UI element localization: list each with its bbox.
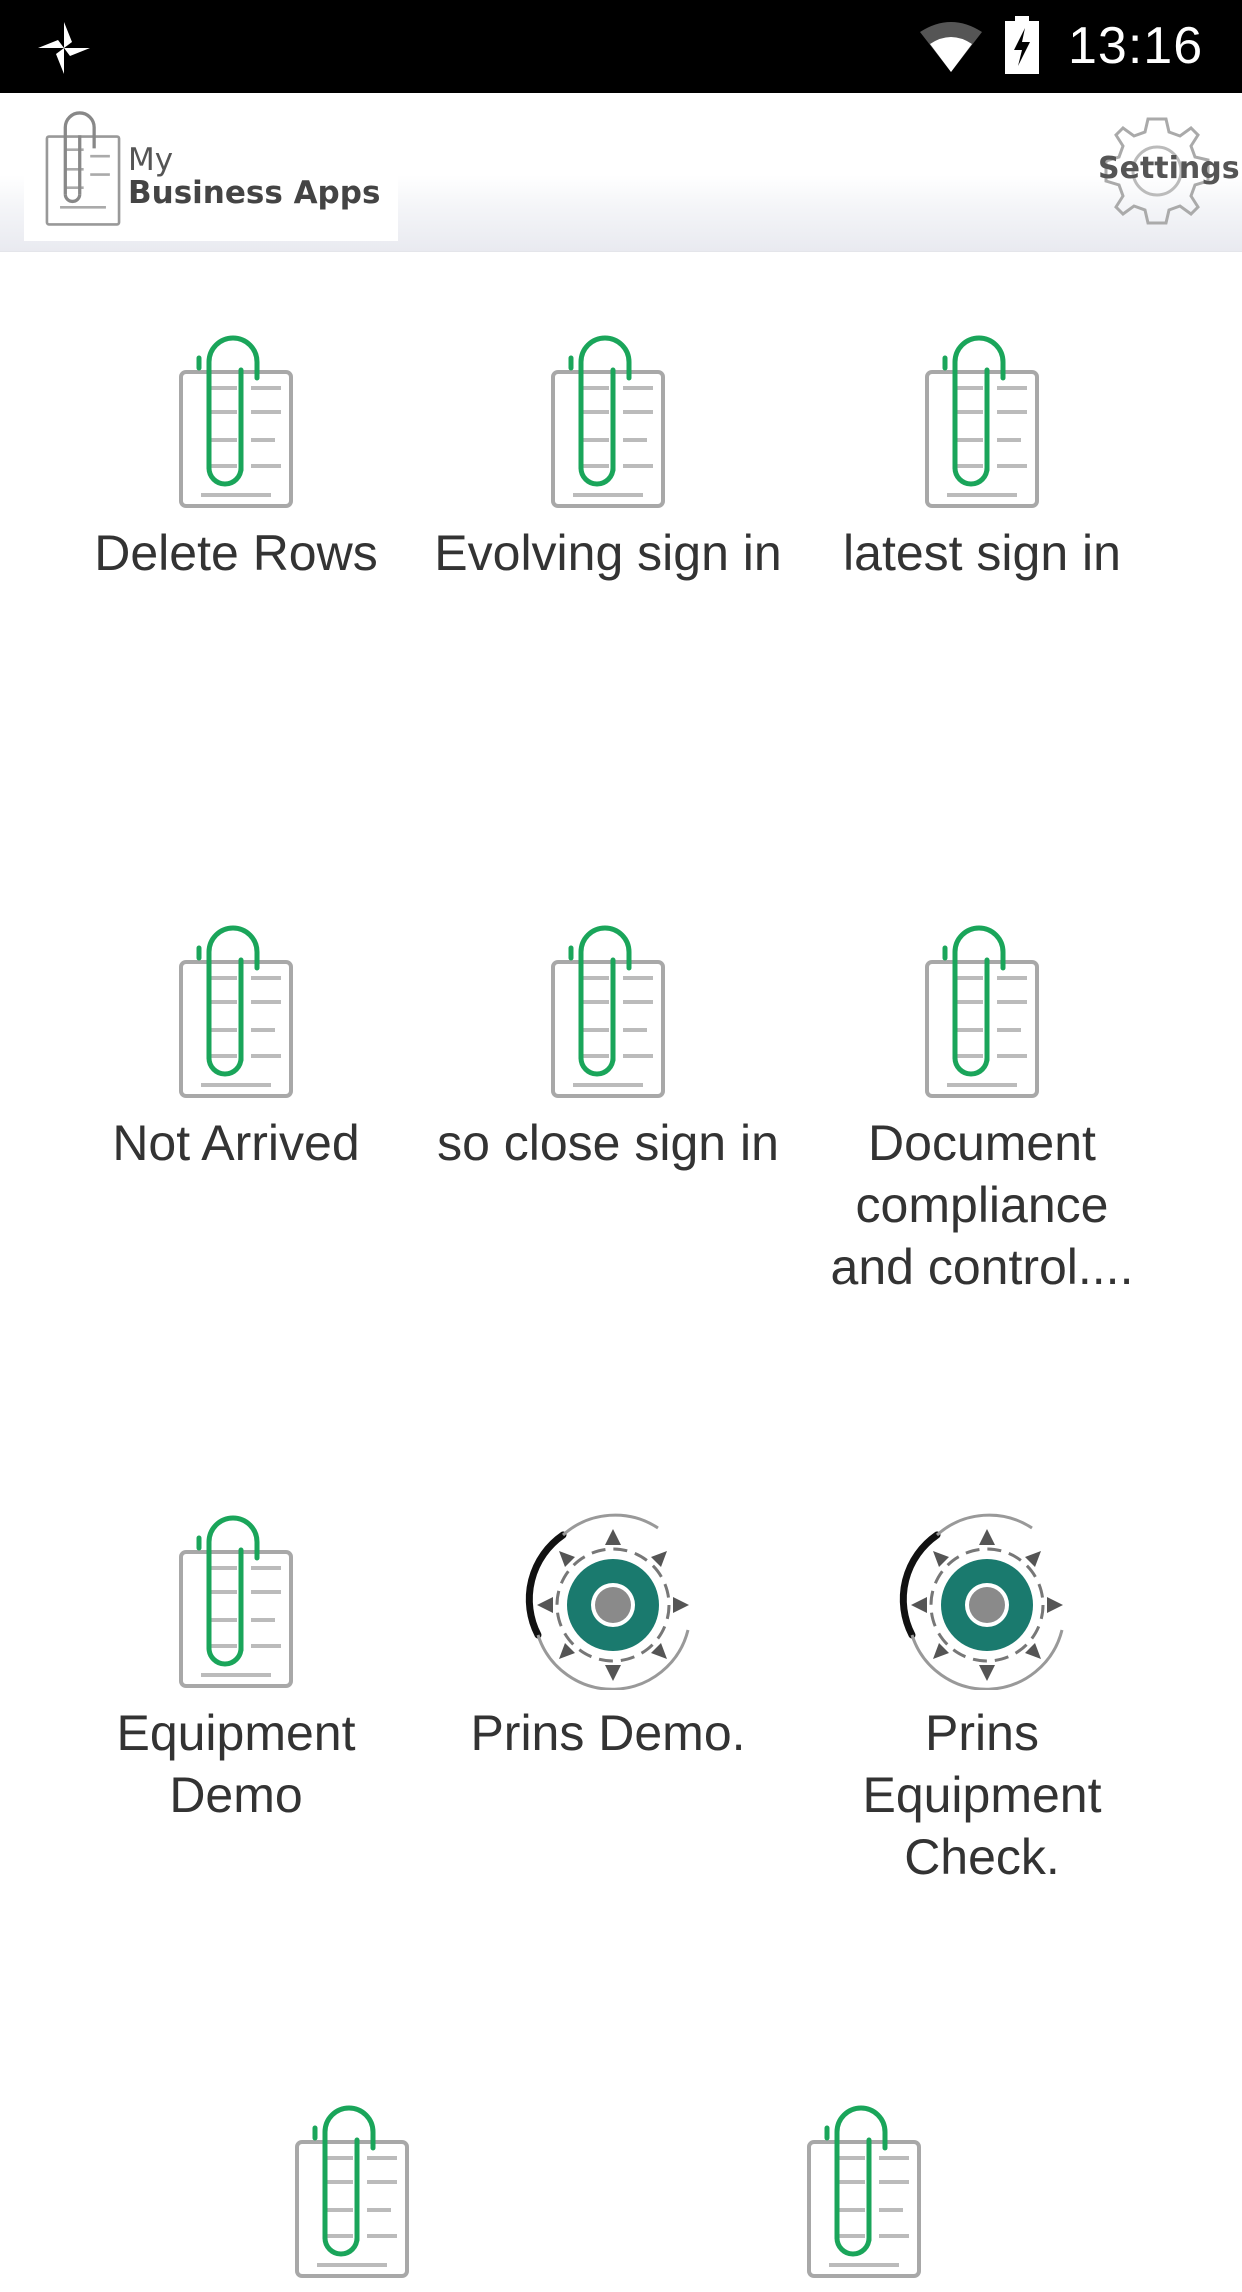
app-tile-partial-2[interactable] <box>684 2100 1044 2292</box>
wifi-icon <box>920 22 982 72</box>
app-tile-label: Prins Demo. <box>470 1705 746 1761</box>
app-grid: Delete Rows Evolving sign in latest sign… <box>0 252 1242 2208</box>
app-tile-partial-1[interactable] <box>172 2100 532 2292</box>
app-tile-label: Not Arrived <box>112 1115 360 1171</box>
app-tile-equipment-demo[interactable]: Equipment Demo <box>56 1510 416 1826</box>
paperclip-document-icon <box>917 330 1047 510</box>
app-tile-label: Prins Equipment Check. <box>862 1705 1102 1885</box>
battery-charging-icon <box>1005 16 1039 74</box>
app-tile-label: latest sign in <box>843 525 1121 581</box>
app-tile-document-compliance[interactable]: Document compliance and control.... <box>802 920 1162 1298</box>
app-header: My Business Apps Settings <box>0 93 1242 252</box>
settings-button[interactable]: Settings <box>1098 115 1240 227</box>
pinwheel-notification-icon <box>38 22 90 74</box>
app-tile-label: Delete Rows <box>94 525 378 581</box>
paperclip-document-icon <box>171 920 301 1100</box>
app-tile-label: Document compliance and control.... <box>830 1115 1134 1295</box>
app-tile-label: Equipment Demo <box>116 1705 356 1823</box>
app-tile-prins-equipment-check[interactable]: Prins Equipment Check. <box>802 1510 1162 1888</box>
paperclip-document-icon <box>287 2100 417 2280</box>
app-tile-so-close-sign-in[interactable]: so close sign in <box>428 920 788 1174</box>
app-tile-label: Evolving sign in <box>434 525 782 581</box>
gear-cog-icon <box>892 1510 1072 1690</box>
settings-label: Settings <box>1098 151 1240 186</box>
paperclip-document-icon <box>543 920 673 1100</box>
paperclip-document-icon <box>917 920 1047 1100</box>
app-tile-latest-sign-in[interactable]: latest sign in <box>802 330 1162 584</box>
gear-cog-icon <box>518 1510 698 1690</box>
app-logo: My Business Apps <box>24 93 398 241</box>
paperclip-document-icon <box>799 2100 929 2280</box>
app-tile-not-arrived[interactable]: Not Arrived <box>56 920 416 1174</box>
logo-title-line2: Business Apps <box>128 175 381 211</box>
paperclip-document-icon <box>543 330 673 510</box>
status-bar: 13:16 <box>0 0 1242 93</box>
app-tile-evolving-sign-in[interactable]: Evolving sign in <box>428 330 788 584</box>
paperclip-document-icon <box>171 1510 301 1690</box>
status-clock: 13:16 <box>1068 17 1204 75</box>
app-tile-label: so close sign in <box>437 1115 779 1171</box>
paperclip-document-icon <box>45 111 121 226</box>
paperclip-document-icon <box>171 330 301 510</box>
logo-title-line1: My <box>128 142 174 178</box>
app-tile-delete-rows[interactable]: Delete Rows <box>56 330 416 584</box>
app-tile-prins-demo[interactable]: Prins Demo. <box>428 1510 788 1764</box>
